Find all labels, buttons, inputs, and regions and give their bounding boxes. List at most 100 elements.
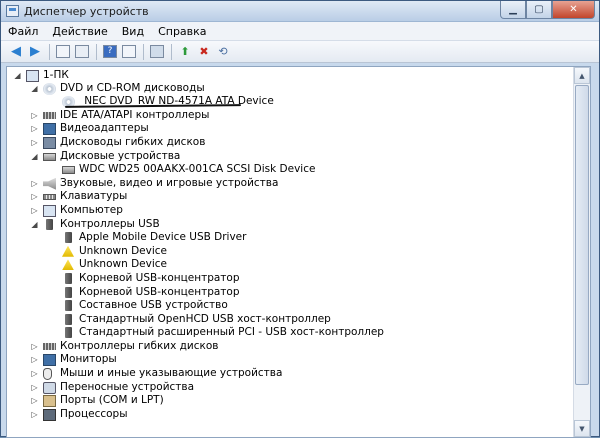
computer-icon: [43, 204, 56, 217]
disable-icon[interactable]: ⟲: [215, 44, 231, 60]
scroll-up-button[interactable]: ▲: [574, 67, 590, 84]
tree-node[interactable]: Стандартный расширенный PCI - USB хост-к…: [7, 326, 573, 340]
back-icon[interactable]: ◀: [8, 44, 24, 60]
tree-node[interactable]: ▷ Контроллеры гибких дисков: [7, 340, 573, 354]
tree-node-label: Процессоры: [60, 407, 128, 420]
tree-node-label: Стандартный OpenHCD USB хост-контроллер: [79, 312, 331, 325]
show-hide-console-tree-icon[interactable]: [55, 44, 71, 60]
ide-controller-icon: [43, 111, 56, 119]
usb-controller-icon: [65, 313, 72, 325]
disk-drive-icon: [43, 152, 56, 161]
tree-node-label: WDC WD25 00AAKX-001CA SCSI Disk Device: [79, 163, 316, 176]
tree-node-label: Мыши и иные указывающие устройства: [60, 367, 283, 380]
properties-icon[interactable]: [74, 44, 90, 60]
tree-node[interactable]: Составное USB устройство: [7, 299, 573, 313]
expand-arrow-icon[interactable]: ▷: [30, 340, 39, 353]
tree-node[interactable]: ◢ DVD и CD-ROM дисководы: [7, 82, 573, 96]
dvd-drive-icon: [43, 82, 56, 95]
expand-arrow-icon[interactable]: ▷: [30, 204, 39, 217]
tree-node[interactable]: ▷ Клавиатуры: [7, 190, 573, 204]
help-icon[interactable]: ?: [102, 44, 118, 60]
tree-node-label: Порты (COM и LPT): [60, 394, 164, 407]
forward-icon[interactable]: ▶: [27, 44, 43, 60]
device-manager-window: Диспетчер устройств ▁ ▢ ✕ Файл Действие …: [0, 0, 600, 438]
expand-arrow-icon[interactable]: ▷: [30, 394, 39, 407]
collapse-arrow-icon[interactable]: ◢: [30, 218, 39, 231]
tree-node-label: Стандартный расширенный PCI - USB хост-к…: [79, 326, 384, 339]
tree-node[interactable]: ▷ Мониторы: [7, 353, 573, 367]
tree-node-label: Клавиатуры: [60, 190, 128, 203]
update-driver-icon[interactable]: ⬆: [177, 44, 193, 60]
close-button[interactable]: ✕: [552, 1, 595, 19]
scan-hardware-icon[interactable]: [149, 44, 165, 60]
tree-node[interactable]: ◢ Контроллеры USB: [7, 218, 573, 232]
tree-node[interactable]: Unknown Device: [7, 245, 573, 259]
collapse-arrow-icon[interactable]: ◢: [30, 82, 39, 95]
tree-node[interactable]: Apple Mobile Device USB Driver: [7, 231, 573, 245]
expand-arrow-icon[interactable]: ▷: [30, 122, 39, 135]
toolbar: ◀ ▶ ? ⬆ ✖ ⟲: [1, 41, 599, 63]
menu-action[interactable]: Действие: [45, 22, 114, 40]
processor-icon: [43, 408, 56, 421]
tree-node[interactable]: ▷ Процессоры: [7, 408, 573, 422]
tree-node-label: 1-ПК: [43, 69, 69, 81]
warning-icon: [62, 245, 74, 257]
expand-arrow-icon[interactable]: ▷: [30, 353, 39, 366]
tree-node-label: Мониторы: [60, 353, 117, 366]
tree-node[interactable]: Unknown Device: [7, 258, 573, 272]
expand-arrow-icon[interactable]: ▷: [30, 109, 39, 122]
vertical-scrollbar[interactable]: ▲ ▼: [573, 67, 590, 437]
monitor-icon: [43, 123, 56, 136]
expand-arrow-icon[interactable]: ▷: [30, 381, 39, 394]
mouse-icon: [43, 368, 52, 381]
tree-node[interactable]: ▷ Порты (COM и LPT): [7, 394, 573, 408]
tree-node[interactable]: ◢ 1-ПК: [7, 69, 573, 83]
tree-node[interactable]: WDC WD25 00AAKX-001CA SCSI Disk Device: [7, 163, 573, 177]
tree-node-label: Unknown Device: [79, 258, 167, 271]
usb-controller-icon: [65, 327, 72, 339]
expand-arrow-icon[interactable]: ▷: [30, 408, 39, 421]
expand-arrow-icon[interactable]: ▷: [30, 136, 39, 149]
device-tree: ◢ 1-ПК ◢ DVD и CD-ROM дисководы _NEC DVD_RW …: [7, 67, 573, 421]
title-bar[interactable]: Диспетчер устройств ▁ ▢ ✕: [1, 1, 599, 22]
tree-node[interactable]: ▷ Видеоадаптеры: [7, 122, 573, 136]
view-icon[interactable]: [121, 44, 137, 60]
usb-controller-icon: [46, 218, 53, 230]
maximize-button[interactable]: ▢: [526, 1, 552, 19]
tree-node[interactable]: Стандартный OpenHCD USB хост-контроллер: [7, 313, 573, 327]
scroll-down-button[interactable]: ▼: [574, 420, 590, 437]
menu-view[interactable]: Вид: [115, 22, 151, 40]
tree-node-label: Контроллеры USB: [60, 217, 160, 230]
scroll-thumb[interactable]: [575, 85, 589, 385]
tree-node[interactable]: ▷ Компьютер: [7, 204, 573, 218]
collapse-arrow-icon[interactable]: ◢: [30, 150, 39, 163]
tree-node[interactable]: ▷ IDE ATA/ATAPI контроллеры: [7, 109, 573, 123]
tree-node-label: Корневой USB-концентратор: [79, 271, 240, 284]
minimize-button[interactable]: ▁: [500, 1, 526, 19]
tree-node[interactable]: Корневой USB-концентратор: [7, 286, 573, 300]
portable-device-icon: [43, 381, 56, 394]
window-title: Диспетчер устройств: [24, 5, 149, 18]
tree-node-label: Дисководы гибких дисков: [60, 135, 206, 148]
monitor-icon: [43, 354, 56, 367]
expand-arrow-icon[interactable]: ▷: [30, 177, 39, 190]
tree-node[interactable]: Корневой USB-концентратор: [7, 272, 573, 286]
tree-node[interactable]: ▷ Звуковые, видео и игровые устройства: [7, 177, 573, 191]
tree-node[interactable]: ◢ Дисковые устройства: [7, 150, 573, 164]
tree-node[interactable]: ▷ Мыши и иные указывающие устройства: [7, 367, 573, 381]
expand-arrow-icon[interactable]: ▷: [30, 190, 39, 203]
menu-help[interactable]: Справка: [151, 22, 213, 40]
tree-node[interactable]: ▷ Дисководы гибких дисков: [7, 136, 573, 150]
menu-file[interactable]: Файл: [1, 22, 45, 40]
tree-node[interactable]: ▷ Переносные устройства: [7, 381, 573, 395]
usb-controller-icon: [65, 286, 72, 298]
collapse-arrow-icon[interactable]: ◢: [13, 69, 22, 82]
expand-arrow-icon[interactable]: ▷: [30, 367, 39, 380]
tree-node-label: Звуковые, видео и игровые устройства: [60, 176, 279, 189]
floppy-drive-icon: [43, 136, 56, 149]
tree-node-label: DVD и CD-ROM дисководы: [60, 81, 205, 94]
tree-node-label: Контроллеры гибких дисков: [60, 339, 219, 352]
uninstall-icon[interactable]: ✖: [196, 44, 212, 60]
tree-node-label: Видеоадаптеры: [60, 122, 149, 135]
tree-node-label: Корневой USB-концентратор: [79, 285, 240, 298]
